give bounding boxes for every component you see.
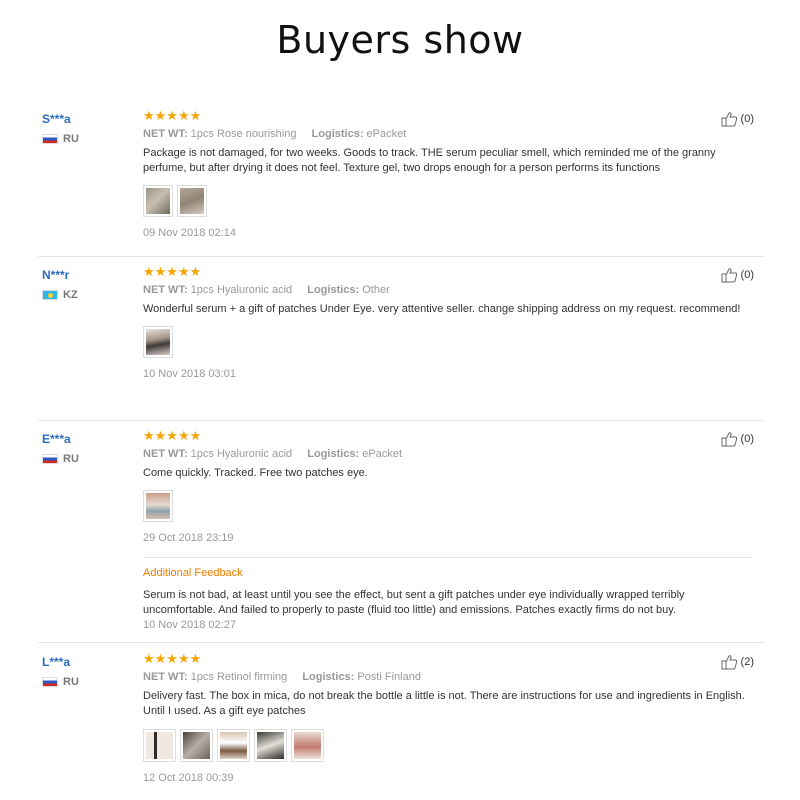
logistics-label: Logistics: bbox=[311, 128, 364, 140]
star-rating: ★★★★★ bbox=[143, 108, 202, 123]
reviewer-name[interactable]: L***a bbox=[42, 655, 132, 671]
country-code: KZ bbox=[63, 289, 78, 301]
reviewer-country: RU bbox=[42, 133, 132, 145]
review-meta: NET WT: 1pcs Rose nourishing Logistics: … bbox=[143, 126, 753, 142]
net-wt-value: 1pcs Retinol firming bbox=[190, 671, 288, 683]
review-photo-thumbnail[interactable] bbox=[143, 729, 176, 762]
review-date: 09 Nov 2018 02:14 bbox=[143, 227, 236, 239]
review-text: Wonderful serum + a gift of patches Unde… bbox=[143, 303, 741, 315]
reviewer-country: KZ bbox=[42, 289, 132, 301]
logistics-label: Logistics: bbox=[307, 284, 360, 296]
country-code: RU bbox=[63, 133, 79, 145]
net-wt-label: NET WT: bbox=[143, 448, 188, 460]
helpful-button[interactable]: (0) bbox=[721, 267, 754, 283]
country-code: RU bbox=[63, 453, 79, 465]
reviewer-info: L***a RU bbox=[42, 655, 132, 688]
logistics-label: Logistics: bbox=[307, 448, 360, 460]
review-photo-thumbnail[interactable] bbox=[143, 490, 173, 522]
reviewer-name[interactable]: N***r bbox=[42, 268, 132, 284]
flag-ru-icon bbox=[42, 134, 58, 144]
helpful-button[interactable]: (0) bbox=[721, 431, 754, 447]
star-rating: ★★★★★ bbox=[143, 264, 202, 279]
reviewer-name[interactable]: E***a bbox=[42, 432, 132, 448]
review-photo-thumbnail[interactable] bbox=[180, 729, 213, 762]
thumbs-up-icon bbox=[721, 655, 737, 670]
thumbs-up-icon bbox=[721, 112, 737, 127]
review-photo-thumbnail[interactable] bbox=[291, 729, 324, 762]
review-text: Delivery fast. The box in mica, do not b… bbox=[143, 690, 745, 717]
review-text: Come quickly. Tracked. Free two patches … bbox=[143, 467, 368, 479]
net-wt-value: 1pcs Rose nourishing bbox=[190, 128, 297, 140]
additional-feedback: Additional Feedback Serum is not bad, at… bbox=[143, 557, 753, 631]
logistics-value: Posti Finland bbox=[357, 671, 421, 683]
review-meta: NET WT: 1pcs Retinol firming Logistics: … bbox=[143, 669, 753, 685]
review-content: ★★★★★ NET WT: 1pcs Rose nourishing Logis… bbox=[143, 108, 753, 240]
net-wt-value: 1pcs Hyaluronic acid bbox=[190, 284, 293, 296]
reviewer-country: RU bbox=[42, 676, 132, 688]
logistics-value: ePacket bbox=[362, 448, 402, 460]
logistics-label: Logistics: bbox=[302, 671, 355, 683]
helpful-button[interactable]: (0) bbox=[721, 111, 754, 127]
star-rating: ★★★★★ bbox=[143, 651, 202, 666]
review-photo-thumbnail[interactable] bbox=[254, 729, 287, 762]
review-item: N***r KZ ★★★★★ NET WT: 1pcs Hyaluronic a… bbox=[38, 264, 764, 421]
net-wt-label: NET WT: bbox=[143, 128, 188, 140]
thumbs-up-icon bbox=[721, 432, 737, 447]
review-item: L***a RU ★★★★★ NET WT: 1pcs Retinol firm… bbox=[38, 651, 764, 799]
review-photos bbox=[143, 490, 753, 522]
flag-ru-icon bbox=[42, 677, 58, 687]
review-meta: NET WT: 1pcs Hyaluronic acid Logistics: … bbox=[143, 446, 753, 462]
helpful-button[interactable]: (2) bbox=[721, 654, 754, 670]
review-item: S***a RU ★★★★★ NET WT: 1pcs Rose nourish… bbox=[38, 108, 764, 257]
additional-feedback-title: Additional Feedback bbox=[143, 567, 243, 579]
review-date: 10 Nov 2018 03:01 bbox=[143, 368, 236, 380]
review-content: ★★★★★ NET WT: 1pcs Hyaluronic acid Logis… bbox=[143, 264, 753, 381]
helpful-count: (0) bbox=[740, 433, 754, 445]
helpful-count: (2) bbox=[740, 656, 754, 668]
additional-feedback-date: 10 Nov 2018 02:27 bbox=[143, 619, 236, 631]
reviewer-country: RU bbox=[42, 453, 132, 465]
thumbs-up-icon bbox=[721, 268, 737, 283]
reviewer-info: E***a RU bbox=[42, 432, 132, 465]
review-item: E***a RU ★★★★★ NET WT: 1pcs Hyaluronic a… bbox=[38, 428, 764, 643]
flag-ru-icon bbox=[42, 454, 58, 464]
country-code: RU bbox=[63, 676, 79, 688]
logistics-value: ePacket bbox=[366, 128, 407, 140]
review-photos bbox=[143, 185, 753, 217]
review-photo-thumbnail[interactable] bbox=[143, 185, 173, 217]
logistics-value: Other bbox=[362, 284, 390, 296]
review-photo-thumbnail[interactable] bbox=[217, 729, 250, 762]
page-title: Buyers show bbox=[276, 18, 524, 62]
review-photo-thumbnail[interactable] bbox=[143, 326, 173, 358]
helpful-count: (0) bbox=[740, 113, 754, 125]
star-rating: ★★★★★ bbox=[143, 428, 202, 443]
review-meta: NET WT: 1pcs Hyaluronic acid Logistics: … bbox=[143, 282, 753, 298]
net-wt-label: NET WT: bbox=[143, 284, 188, 296]
reviewer-info: S***a RU bbox=[42, 112, 132, 145]
review-content: ★★★★★ NET WT: 1pcs Hyaluronic acid Logis… bbox=[143, 428, 753, 631]
reviewer-name[interactable]: S***a bbox=[42, 112, 132, 128]
net-wt-label: NET WT: bbox=[143, 671, 188, 683]
flag-kz-icon bbox=[42, 290, 58, 300]
review-date: 29 Oct 2018 23:19 bbox=[143, 532, 234, 544]
review-text: Package is not damaged, for two weeks. G… bbox=[143, 147, 716, 174]
reviewer-info: N***r KZ bbox=[42, 268, 132, 301]
review-photos bbox=[143, 729, 753, 762]
review-content: ★★★★★ NET WT: 1pcs Retinol firming Logis… bbox=[143, 651, 753, 785]
helpful-count: (0) bbox=[740, 269, 754, 281]
review-date: 12 Oct 2018 00:39 bbox=[143, 772, 234, 784]
review-photo-thumbnail[interactable] bbox=[177, 185, 207, 217]
additional-feedback-text: Serum is not bad, at least until you see… bbox=[143, 589, 685, 616]
net-wt-value: 1pcs Hyaluronic acid bbox=[190, 448, 293, 460]
review-photos bbox=[143, 326, 753, 358]
